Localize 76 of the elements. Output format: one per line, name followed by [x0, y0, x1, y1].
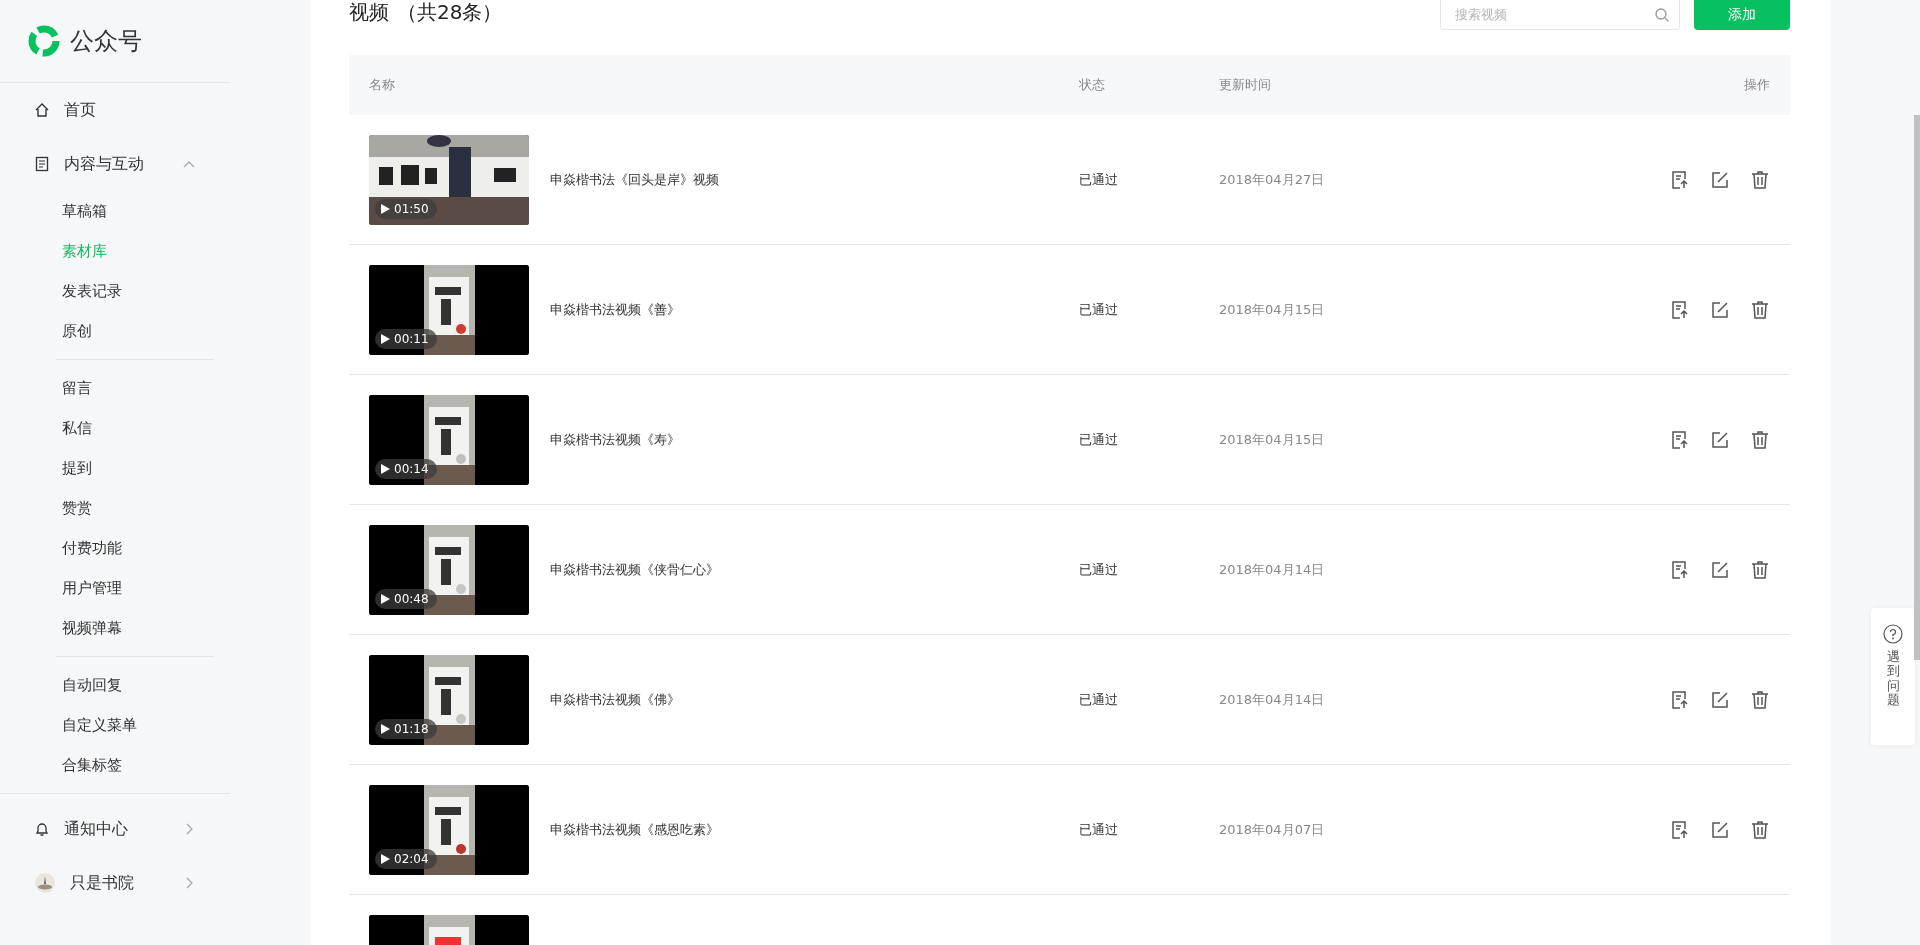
update-date: 2018年04月27日	[1219, 171, 1325, 187]
trash-icon[interactable]	[1750, 429, 1770, 450]
column-header: 状态	[1079, 77, 1105, 92]
item-count: （共28条）	[397, 0, 503, 24]
video-title: 申焱楷书法视频《善》	[550, 300, 680, 319]
update-date: 2018年04月14日	[1219, 561, 1325, 577]
nav-subitem[interactable]: 发表记录	[0, 271, 230, 311]
nav-item[interactable]: 只是书院	[0, 856, 230, 910]
nav-subitem[interactable]: 合集标签	[0, 745, 230, 785]
video-title: 申焱楷书法视频《佛》	[550, 690, 680, 709]
page-title: 视频	[349, 0, 389, 24]
document-icon	[34, 156, 50, 172]
status-text: 已通过	[1079, 431, 1118, 447]
video-title: 申焱楷书法视频《感恩吃素》	[550, 820, 719, 839]
nav-item[interactable]: 首页	[0, 83, 230, 137]
edit-icon[interactable]	[1710, 169, 1730, 190]
document-upload-icon[interactable]	[1670, 169, 1690, 190]
play-icon	[381, 203, 390, 214]
column-header: 操作	[1744, 76, 1770, 94]
nav-subitem[interactable]: 赞赏	[0, 488, 230, 528]
nav-subitem[interactable]: 自动回复	[0, 665, 230, 705]
trash-icon[interactable]	[1750, 299, 1770, 320]
home-icon	[34, 102, 50, 118]
nav-item[interactable]: 通知中心	[0, 802, 230, 856]
update-date: 2018年04月15日	[1219, 301, 1325, 317]
avatar-icon	[34, 872, 56, 894]
help-panel[interactable]: 遇到问题	[1871, 608, 1915, 745]
edit-icon[interactable]	[1710, 819, 1730, 840]
column-header: 名称	[369, 77, 395, 92]
edit-icon[interactable]	[1710, 689, 1730, 710]
video-title: 申焱楷书法《回头是岸》视频	[550, 170, 719, 189]
update-date: 2018年04月15日	[1219, 431, 1325, 447]
status-text: 已通过	[1079, 821, 1118, 837]
video-title: 申焱楷书法视频《侠骨仁心》	[550, 560, 719, 579]
status-text: 已通过	[1079, 301, 1118, 317]
search-icon	[1654, 7, 1670, 23]
question-icon	[1883, 624, 1903, 644]
video-title: 申焱楷书法视频《寿》	[550, 430, 680, 449]
logo-text: 公众号	[70, 26, 142, 57]
trash-icon[interactable]	[1750, 689, 1770, 710]
nav-subitem[interactable]: 自定义菜单	[0, 705, 230, 745]
document-upload-icon[interactable]	[1670, 429, 1690, 450]
nav-subitem[interactable]: 私信	[0, 408, 230, 448]
nav-subitem[interactable]: 提到	[0, 448, 230, 488]
nav-subitem[interactable]: 原创	[0, 311, 230, 351]
edit-icon[interactable]	[1710, 429, 1730, 450]
update-date: 2018年04月14日	[1219, 691, 1325, 707]
play-icon	[381, 593, 390, 604]
help-label: 遇到问题	[1886, 650, 1900, 708]
status-text: 已通过	[1079, 561, 1118, 577]
play-icon	[381, 333, 390, 344]
logo-icon	[28, 25, 60, 57]
document-upload-icon[interactable]	[1670, 559, 1690, 580]
play-icon	[381, 723, 390, 734]
column-header: 更新时间	[1219, 77, 1271, 92]
trash-icon[interactable]	[1750, 169, 1770, 190]
document-upload-icon[interactable]	[1670, 819, 1690, 840]
nav-item[interactable]: 内容与互动	[0, 137, 230, 191]
bell-icon	[34, 821, 50, 837]
nav-subitem[interactable]: 视频弹幕	[0, 608, 230, 648]
update-date: 2018年04月07日	[1219, 821, 1325, 837]
nav-subitem[interactable]: 留言	[0, 368, 230, 408]
status-text: 已通过	[1079, 691, 1118, 707]
play-icon	[381, 463, 390, 474]
nav-subitem[interactable]: 用户管理	[0, 568, 230, 608]
status-text: 已通过	[1079, 171, 1118, 187]
nav-subitem[interactable]: 草稿箱	[0, 191, 230, 231]
search-field[interactable]: 搜索视频	[1440, 0, 1680, 30]
nav-subitem[interactable]: 付费功能	[0, 528, 230, 568]
edit-icon[interactable]	[1710, 559, 1730, 580]
play-icon	[381, 853, 390, 864]
trash-icon[interactable]	[1750, 819, 1770, 840]
document-upload-icon[interactable]	[1670, 689, 1690, 710]
edit-icon[interactable]	[1710, 299, 1730, 320]
trash-icon[interactable]	[1750, 559, 1770, 580]
document-upload-icon[interactable]	[1670, 299, 1690, 320]
